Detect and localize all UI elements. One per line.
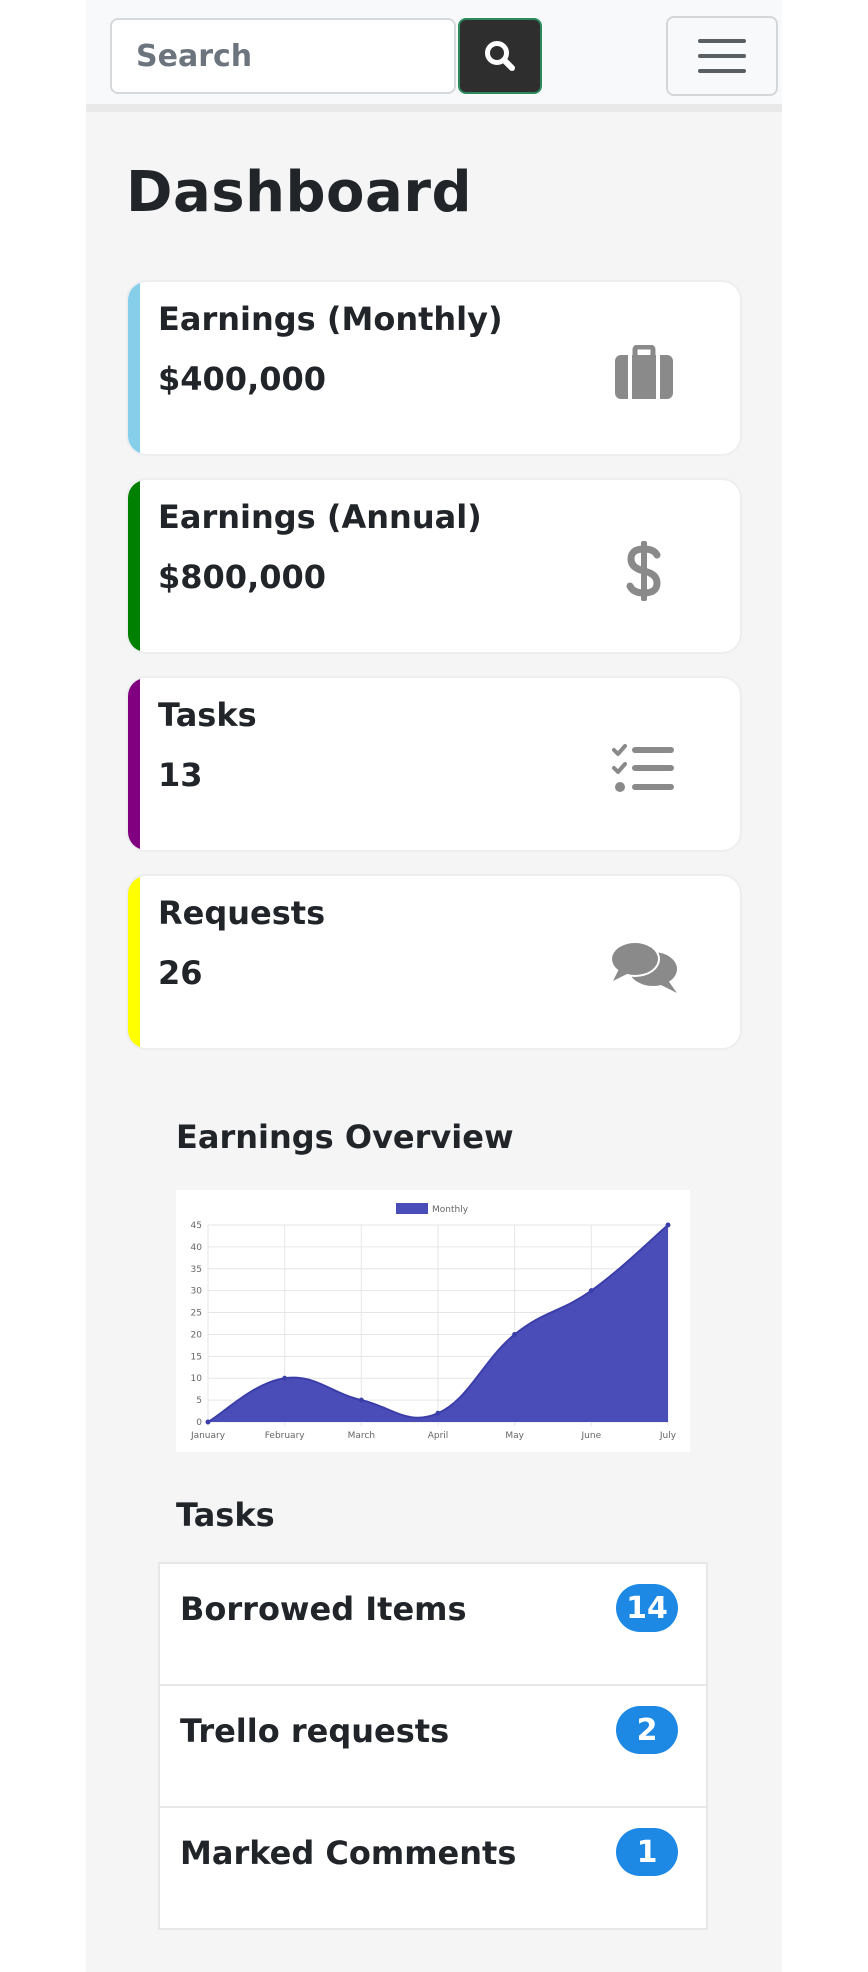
y-tick-label: 30 — [191, 1287, 203, 1297]
count-badge: 14 — [616, 1584, 678, 1632]
task-item-borrowed-items[interactable]: Borrowed Items 14 — [158, 1562, 708, 1686]
task-item-marked-comments[interactable]: Marked Comments 1 — [158, 1806, 708, 1930]
data-point — [665, 1222, 671, 1228]
x-tick-label: January — [190, 1431, 226, 1441]
y-tick-label: 35 — [191, 1265, 202, 1275]
y-tick-label: 0 — [196, 1418, 202, 1428]
data-point — [512, 1331, 518, 1337]
page: Dashboard Earnings (Monthly) $400,000 Ea… — [86, 0, 782, 1972]
data-point — [435, 1410, 441, 1416]
page-title: Dashboard — [126, 160, 473, 225]
stat-value: $400,000 — [158, 360, 327, 398]
earnings-chart-svg: 0 5 10 15 20 25 30 35 40 45 January February March Ap… — [190, 1203, 677, 1441]
search-button[interactable] — [458, 18, 542, 94]
tasks-section-title: Tasks — [176, 1496, 275, 1534]
stat-label: Requests — [158, 894, 326, 932]
search-input[interactable] — [110, 18, 456, 94]
stat-label: Tasks — [158, 696, 257, 734]
y-tick-label: 5 — [196, 1396, 202, 1406]
stat-label: Earnings (Monthly) — [158, 300, 503, 338]
card-accent-bar — [128, 282, 140, 454]
data-point — [282, 1375, 288, 1381]
card-accent-bar — [128, 876, 140, 1048]
x-tick-label: March — [348, 1431, 375, 1441]
count-badge: 2 — [616, 1706, 678, 1754]
task-label: Marked Comments — [180, 1834, 517, 1872]
x-tick-label: July — [659, 1431, 677, 1441]
y-tick-label: 25 — [191, 1309, 202, 1319]
dollar-icon — [608, 538, 680, 604]
task-list-icon — [608, 736, 680, 802]
count-badge: 1 — [616, 1828, 678, 1876]
x-tick-label: April — [428, 1431, 449, 1441]
briefcase-icon — [608, 340, 680, 406]
task-list: Borrowed Items 14 Trello requests 2 Mark… — [158, 1562, 708, 1930]
data-point — [205, 1419, 211, 1425]
legend-swatch — [396, 1203, 428, 1214]
stat-value: $800,000 — [158, 558, 327, 596]
stat-label: Earnings (Annual) — [158, 498, 482, 536]
stat-value: 26 — [158, 954, 203, 992]
x-tick-label: February — [265, 1431, 306, 1441]
y-tick-label: 40 — [191, 1243, 203, 1253]
navbar — [86, 0, 782, 112]
y-tick-label: 15 — [191, 1352, 202, 1362]
stat-value: 13 — [158, 756, 203, 794]
task-label: Borrowed Items — [180, 1590, 467, 1628]
card-accent-bar — [128, 678, 140, 850]
x-tick-label: May — [505, 1431, 524, 1441]
stat-card-tasks: Tasks 13 — [126, 676, 742, 852]
stat-card-earnings-monthly: Earnings (Monthly) $400,000 — [126, 280, 742, 456]
y-tick-label: 10 — [191, 1374, 203, 1384]
data-point — [358, 1397, 364, 1403]
card-accent-bar — [128, 480, 140, 652]
legend-label: Monthly — [432, 1205, 469, 1215]
y-tick-label: 20 — [191, 1330, 203, 1340]
data-point — [588, 1288, 594, 1294]
hamburger-icon — [698, 39, 746, 73]
comments-icon — [608, 934, 680, 1000]
search-icon — [485, 41, 515, 71]
earnings-chart: 0 5 10 15 20 25 30 35 40 45 January February March Ap… — [176, 1190, 690, 1452]
x-tick-label: June — [581, 1431, 602, 1441]
task-item-trello-requests[interactable]: Trello requests 2 — [158, 1684, 708, 1808]
y-tick-label: 45 — [191, 1221, 202, 1231]
menu-toggle-button[interactable] — [666, 16, 778, 96]
stat-card-requests: Requests 26 — [126, 874, 742, 1050]
stat-card-earnings-annual: Earnings (Annual) $800,000 — [126, 478, 742, 654]
task-label: Trello requests — [180, 1712, 450, 1750]
earnings-overview-title: Earnings Overview — [176, 1118, 514, 1156]
